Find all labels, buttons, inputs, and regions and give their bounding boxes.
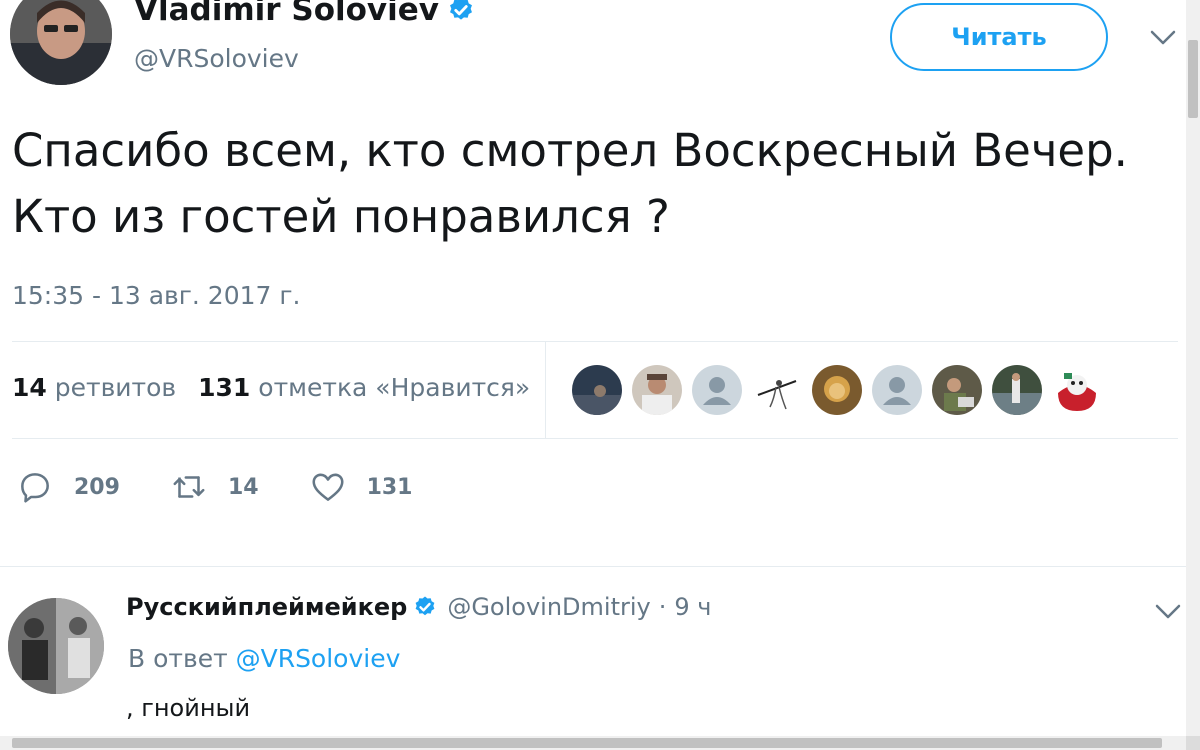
likes-label: отметка «Нравится» bbox=[258, 373, 531, 402]
vertical-scrollbar-thumb[interactable] bbox=[1188, 40, 1198, 118]
author-avatar[interactable] bbox=[10, 0, 112, 85]
retweet-icon[interactable] bbox=[170, 468, 208, 506]
reply-to-prefix: В ответ bbox=[128, 644, 228, 673]
heart-icon[interactable] bbox=[309, 468, 347, 506]
reply-action[interactable]: 209 bbox=[16, 468, 120, 506]
reply-author-avatar[interactable] bbox=[8, 598, 104, 694]
author-handle[interactable]: @VRSoloviev bbox=[134, 44, 299, 73]
retweet-count: 14 bbox=[227, 474, 259, 500]
like-action[interactable]: 131 bbox=[309, 468, 413, 506]
horizontal-scrollbar[interactable] bbox=[0, 736, 1186, 750]
liker-avatar[interactable] bbox=[932, 365, 982, 415]
divider bbox=[12, 341, 1178, 342]
liker-avatar[interactable] bbox=[632, 365, 682, 415]
follow-button[interactable]: Читать bbox=[890, 3, 1108, 71]
like-count: 131 bbox=[366, 474, 413, 500]
reply-to-mention[interactable]: @VRSoloviev bbox=[236, 644, 401, 673]
reply-text: , гнойный bbox=[126, 694, 251, 722]
tweet-timestamp[interactable]: 15:35 - 13 авг. 2017 г. bbox=[12, 281, 300, 310]
chevron-down-icon[interactable] bbox=[1155, 604, 1181, 620]
reply-count: 209 bbox=[74, 474, 120, 500]
verified-badge-icon bbox=[415, 596, 435, 616]
liker-avatar[interactable] bbox=[572, 365, 622, 415]
retweets-stat[interactable]: 14 ретвитов bbox=[12, 373, 176, 402]
tweet-page: Vladimir Soloviev @VRSoloviev Читать Спа… bbox=[0, 0, 1186, 736]
vertical-scrollbar[interactable] bbox=[1186, 0, 1200, 736]
verified-badge-icon bbox=[450, 0, 472, 20]
liker-avatar[interactable] bbox=[812, 365, 862, 415]
retweet-action[interactable]: 14 bbox=[170, 468, 259, 506]
likes-count: 131 bbox=[198, 373, 251, 402]
divider-vertical bbox=[545, 341, 546, 438]
liker-avatar[interactable] bbox=[1052, 365, 1102, 415]
retweets-label: ретвитов bbox=[54, 373, 177, 402]
time-separator: · bbox=[658, 593, 667, 621]
tweet-stats: 14 ретвитов 131 отметка «Нравится» bbox=[12, 373, 530, 402]
divider bbox=[0, 566, 1186, 567]
liker-avatar[interactable] bbox=[692, 365, 742, 415]
reply-to-line: В ответ @VRSoloviev bbox=[128, 644, 400, 673]
author-name[interactable]: Vladimir Soloviev bbox=[134, 0, 475, 28]
liker-avatar[interactable] bbox=[752, 365, 802, 415]
scrollbar-corner bbox=[1186, 736, 1200, 750]
divider bbox=[12, 438, 1178, 439]
reply-time[interactable]: 9 ч bbox=[674, 593, 711, 621]
chevron-down-icon[interactable] bbox=[1150, 30, 1176, 46]
retweets-count: 14 bbox=[12, 373, 47, 402]
likes-stat[interactable]: 131 отметка «Нравится» bbox=[198, 373, 530, 402]
reply-author-name[interactable]: Русскийплеймейкер bbox=[126, 593, 407, 621]
liker-avatar[interactable] bbox=[992, 365, 1042, 415]
reply-icon[interactable] bbox=[16, 468, 54, 506]
reply-header: Русскийплеймейкер @GolovinDmitriy · 9 ч bbox=[126, 593, 711, 621]
tweet-actions: 209 14 131 bbox=[16, 468, 463, 506]
author-name-text[interactable]: Vladimir Soloviev bbox=[134, 0, 439, 28]
reply-author-handle[interactable]: @GolovinDmitriy bbox=[447, 593, 650, 621]
horizontal-scrollbar-thumb[interactable] bbox=[12, 738, 1162, 748]
tweet-text: Спасибо всем, кто смотрел Воскресный Веч… bbox=[12, 124, 1128, 243]
likers-avatars bbox=[572, 365, 1102, 415]
liker-avatar[interactable] bbox=[872, 365, 922, 415]
